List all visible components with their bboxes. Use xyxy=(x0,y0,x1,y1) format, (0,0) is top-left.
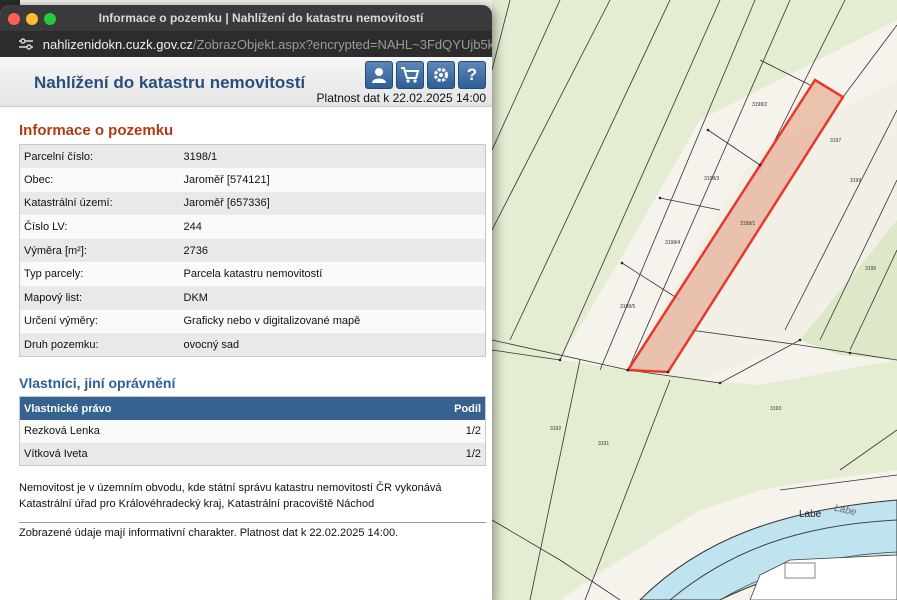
jurisdiction-note: Nemovitost je v územním obvodu, kde stát… xyxy=(19,482,442,511)
table-row: Vítková Iveta 1/2 xyxy=(19,442,486,466)
field-value: Graficky nebo v digitalizované mapě xyxy=(179,309,486,334)
field-label: Určení výměry: xyxy=(19,309,180,334)
field-value: 3198/1 xyxy=(179,144,486,169)
svg-text:3195: 3195 xyxy=(865,266,876,272)
settings-icon[interactable] xyxy=(427,61,455,89)
popup-window: Informace o pozemku | Nahlížení do katas… xyxy=(0,5,492,600)
field-value[interactable]: Jaroměř [657336] xyxy=(179,191,486,216)
window-titlebar[interactable]: Informace o pozemku | Nahlížení do katas… xyxy=(0,5,492,31)
field-label: Parcelní číslo: xyxy=(19,144,180,169)
svg-text:3198/2: 3198/2 xyxy=(752,102,768,108)
table-row: Obec: Jaroměř [574121] xyxy=(19,168,486,192)
owners-table: Vlastnické právo Podíl Rezková Lenka 1/2… xyxy=(19,396,486,467)
divider xyxy=(19,522,486,524)
field-label: Výměra [m²]: xyxy=(19,238,180,263)
svg-text:3198/4: 3198/4 xyxy=(665,240,681,246)
field-label: Obec: xyxy=(19,168,180,192)
owner-share: 1/2 xyxy=(359,442,486,466)
owners-heading: Vlastníci, jiní oprávnění xyxy=(19,375,176,392)
parcel-heading: Informace o pozemku xyxy=(19,122,174,139)
footer-disclaimer: Zobrazené údaje mají informativní charak… xyxy=(19,527,399,540)
window-title: Informace o pozemku | Nahlížení do katas… xyxy=(98,11,424,25)
field-label: Typ parcely: xyxy=(19,262,180,287)
owner-share: 1/2 xyxy=(359,419,486,443)
table-row: Výměra [m²]: 2736 xyxy=(19,238,486,263)
field-value: 2736 xyxy=(179,238,486,263)
field-label: Katastrální území: xyxy=(19,191,180,216)
data-validity: Platnost dat k 22.02.2025 14:00 xyxy=(316,91,486,105)
svg-text:3199: 3199 xyxy=(850,178,861,184)
table-row: Druh pozemku: ovocný sad xyxy=(19,333,486,357)
table-row: Určení výměry: Graficky nebo v digitalizo… xyxy=(19,309,486,334)
url-host: nahlizenidokn.cuzk.gov.cz xyxy=(42,36,193,52)
table-row: Rezková Lenka 1/2 xyxy=(19,419,486,443)
field-value[interactable]: 244 xyxy=(179,215,486,239)
table-row: Mapový list: DKM xyxy=(19,286,486,310)
field-value: ovocný sad xyxy=(179,333,486,357)
owners-header-row: Vlastnické právo Podíl xyxy=(19,396,486,420)
svg-text:3198/3: 3198/3 xyxy=(704,176,720,182)
owner-name[interactable]: Vítková Iveta xyxy=(19,442,360,466)
svg-text:3198/5: 3198/5 xyxy=(620,304,636,310)
table-row: Typ parcely: Parcela katastru nemovitostí xyxy=(19,262,486,287)
field-value[interactable]: Jaroměř [574121] xyxy=(179,168,486,192)
table-row: Katastrální území: Jaroměř [657336] xyxy=(19,191,486,216)
svg-text:3198/1: 3198/1 xyxy=(740,221,756,227)
svg-text:3193: 3193 xyxy=(770,406,781,412)
url-path: /ZobrazObjekt.aspx?encrypted=NAHL~3FdQYU… xyxy=(192,36,492,52)
parcel-info-table: Parcelní číslo: 3198/1 Obec: Jaroměř [57412… xyxy=(19,144,486,358)
main-content: Informace o pozemku Parcelní číslo: 3198/… xyxy=(0,122,492,539)
field-value: Parcela katastru nemovitostí xyxy=(179,262,486,287)
col-share: Podíl xyxy=(359,396,486,420)
owner-name[interactable]: Rezková Lenka xyxy=(19,419,360,443)
help-icon[interactable]: ? xyxy=(458,61,486,89)
table-row: Parcelní číslo: 3198/1 xyxy=(19,144,486,169)
river-label: Labe xyxy=(799,509,822,520)
svg-text:3191: 3191 xyxy=(598,441,609,447)
user-icon[interactable] xyxy=(365,61,393,89)
col-ownership: Vlastnické právo xyxy=(19,396,360,420)
svg-text:3197: 3197 xyxy=(830,138,841,144)
site-settings-icon[interactable] xyxy=(18,37,35,51)
app-header: Nahlížení do katastru nemovitostí ? Plat… xyxy=(0,57,492,107)
field-value: DKM xyxy=(179,286,486,310)
svg-text:3192: 3192 xyxy=(550,426,561,432)
table-row: Číslo LV: 244 xyxy=(19,215,486,239)
cart-icon[interactable] xyxy=(396,61,424,89)
field-label: Číslo LV: xyxy=(19,215,180,239)
app-title: Nahlížení do katastru nemovitostí xyxy=(34,73,306,92)
field-label: Mapový list: xyxy=(19,286,180,310)
address-bar[interactable]: nahlizenidokn.cuzk.gov.cz /ZobrazObjekt.… xyxy=(0,31,492,57)
header-toolbar: ? xyxy=(365,61,486,89)
field-label: Druh pozemku: xyxy=(19,333,180,357)
